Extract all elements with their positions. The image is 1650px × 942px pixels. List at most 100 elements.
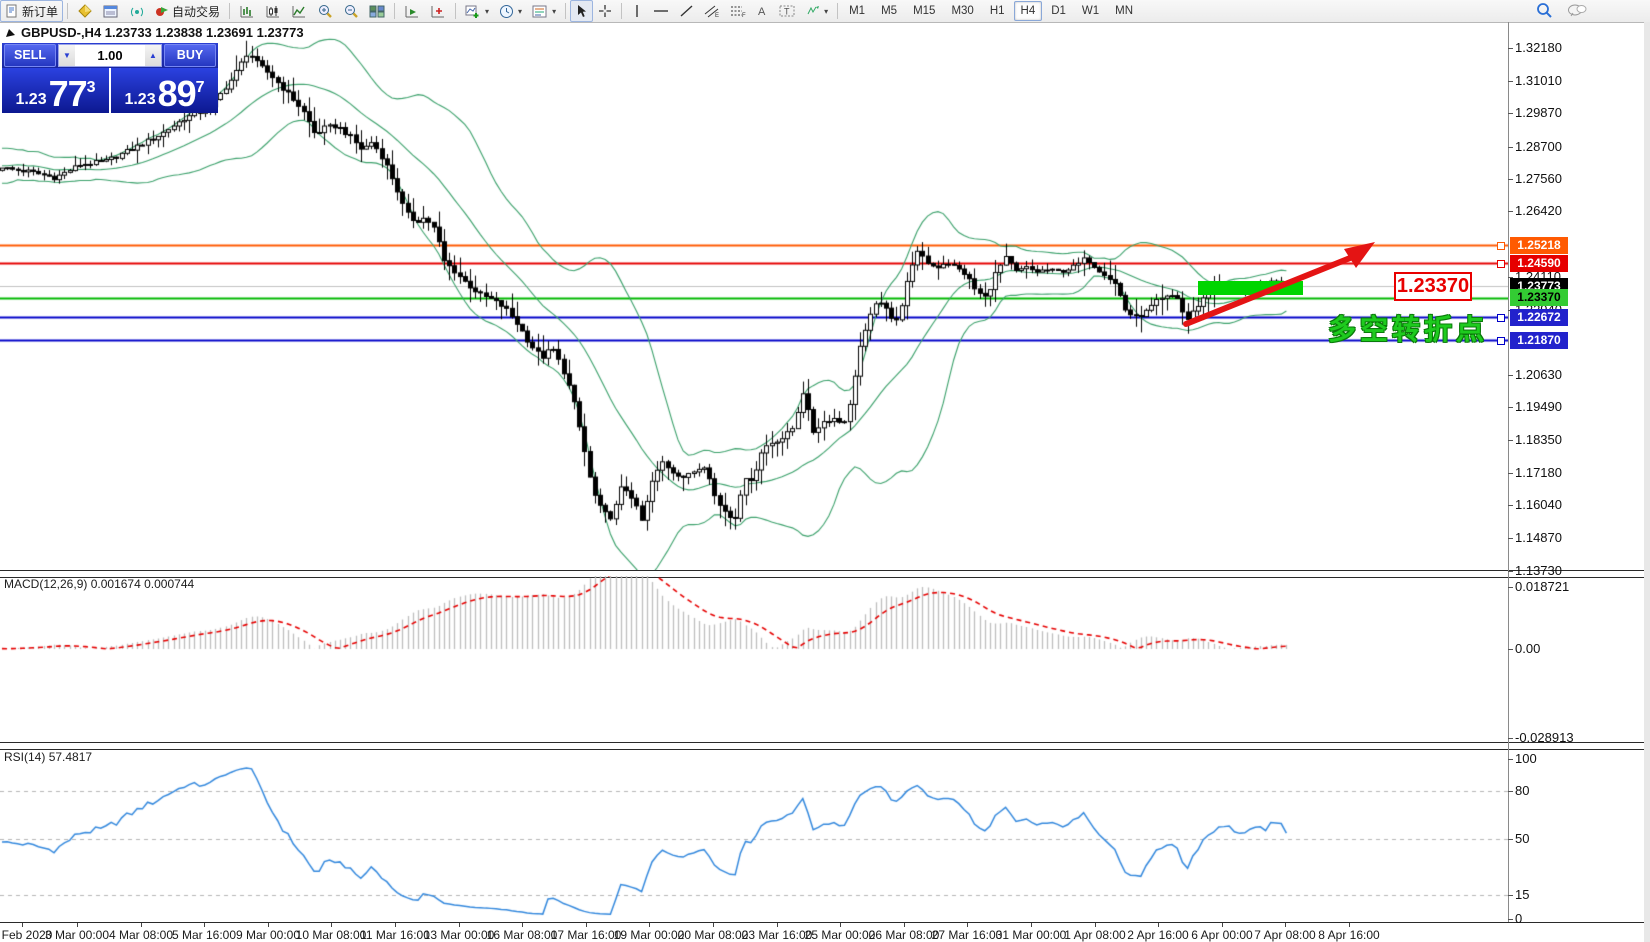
indicators-button[interactable]: ▾ — [460, 0, 494, 22]
time-axis-label: 19 Mar 00:00 — [613, 928, 685, 942]
toolbar-separator — [621, 3, 623, 19]
fibonacci-tool[interactable]: F — [725, 0, 751, 22]
line-handle[interactable] — [1497, 260, 1505, 268]
timeframe-button-M30[interactable]: M30 — [944, 1, 980, 21]
timeframe-button-D1[interactable]: D1 — [1044, 1, 1073, 21]
chart-shift-button[interactable] — [425, 0, 451, 22]
rsi-axis-label: 15 — [1515, 887, 1530, 902]
time-axis-tick — [904, 923, 905, 927]
zoom-out-button[interactable] — [338, 0, 364, 22]
time-axis-label: 17 Mar 16:00 — [550, 928, 622, 942]
templates-button[interactable]: ▾ — [527, 0, 561, 22]
sell-price-small: 1.23 — [15, 91, 47, 108]
buy-price-small: 1.23 — [124, 91, 156, 108]
time-axis-tick — [331, 923, 332, 927]
data-window-button[interactable] — [98, 0, 124, 22]
time-axis-label: 27 Mar 16:00 — [931, 928, 1003, 942]
zoom-in-button[interactable] — [312, 0, 338, 22]
time-axis-label: 16 Mar 08:00 — [486, 928, 558, 942]
svg-text:E: E — [715, 13, 719, 18]
symbol-readout: GBPUSD-,H4 1.23733 1.23838 1.23691 1.237… — [6, 25, 304, 40]
main-toolbar: 新订单 自动交易 ▾ ▾ ▾ E F A T ▾ M1 M5 M15 M30 H… — [0, 0, 1650, 23]
indicators-dropdown-caret[interactable]: ▾ — [485, 7, 489, 16]
macd-readout: MACD(12,26,9) 0.001674 0.000744 — [4, 577, 194, 591]
timeframe-button-M1[interactable]: M1 — [842, 1, 872, 21]
price-level-badge: 1.23370 — [1510, 289, 1568, 307]
rsi-canvas[interactable] — [0, 748, 1508, 922]
channel-icon: E — [704, 5, 719, 18]
time-axis-label: 11 Mar 16:00 — [360, 928, 430, 942]
search-icon[interactable] — [1536, 2, 1553, 19]
chat-icon[interactable] — [1567, 3, 1587, 19]
time-axis-tick — [1222, 923, 1223, 927]
time-axis-tick — [713, 923, 714, 927]
rsi-value: 57.4817 — [48, 750, 93, 764]
time-axis-label: 25 Mar 00:00 — [804, 928, 876, 942]
line-handle[interactable] — [1497, 314, 1505, 323]
time-axis-label: 20 Mar 08:00 — [677, 928, 749, 942]
price-axis-tick — [1508, 48, 1513, 49]
toolbar-separator — [837, 3, 839, 19]
volume-increase-button[interactable]: ▲ — [145, 45, 161, 66]
buy-price-big: 89 — [157, 73, 197, 114]
tile-windows-button[interactable] — [364, 0, 390, 22]
market-watch-button[interactable] — [72, 0, 98, 22]
templates-dropdown-caret[interactable]: ▾ — [552, 7, 556, 16]
buy-price-box[interactable]: 1.23 89 7 — [111, 68, 218, 113]
arrows-tool[interactable]: ▾ — [800, 0, 833, 22]
price-axis-tick — [1508, 473, 1513, 474]
sell-button[interactable]: SELL — [4, 44, 56, 67]
price-axis-tick — [1508, 571, 1513, 572]
time-axis-label: 4 Mar 08:00 — [108, 928, 174, 942]
volume-decrease-button[interactable]: ▼ — [59, 45, 75, 66]
time-axis-label: 9 Mar 00:00 — [235, 928, 301, 942]
trendline-tool[interactable] — [674, 0, 699, 22]
text-tool[interactable]: A — [751, 0, 774, 22]
price-callout-box[interactable]: 1.23370 — [1394, 272, 1472, 301]
auto-scroll-button[interactable] — [399, 0, 425, 22]
buy-button[interactable]: BUY — [164, 44, 216, 67]
autotrading-label: 自动交易 — [172, 4, 221, 19]
price-axis-label: 1.20630 — [1515, 367, 1562, 383]
timeframe-button-W1[interactable]: W1 — [1075, 1, 1106, 21]
price-axis-label: 1.26420 — [1515, 203, 1562, 219]
bar-chart-mode-button[interactable] — [234, 0, 260, 22]
timeframe-button-M15[interactable]: M15 — [906, 1, 942, 21]
cursor-tool-button[interactable] — [570, 0, 594, 22]
line-chart-mode-button[interactable] — [286, 0, 312, 22]
chinese-annotation-text[interactable]: 多空转折点 — [1328, 308, 1488, 348]
vertical-line-tool[interactable] — [626, 0, 648, 22]
volume-input[interactable] — [75, 45, 145, 66]
timeframe-button-MN[interactable]: MN — [1108, 1, 1140, 21]
time-axis-tick — [1031, 923, 1032, 927]
periods-button[interactable]: ▾ — [494, 0, 527, 22]
rsi-axis-tick — [1508, 919, 1513, 920]
horizontal-line-tool[interactable] — [648, 0, 674, 22]
autotrading-button[interactable]: 自动交易 — [150, 0, 225, 22]
macd-canvas[interactable] — [0, 576, 1508, 742]
crosshair-tool-button[interactable] — [593, 0, 617, 22]
timeframe-bar: M1 M5 M15 M30 H1 H4 D1 W1 MN — [842, 1, 1140, 21]
signals-button[interactable] — [124, 0, 150, 22]
candlestick-mode-button[interactable] — [260, 0, 286, 22]
line-handle[interactable] — [1497, 337, 1505, 346]
macd-axis-tick — [1508, 738, 1513, 739]
timeframe-button-H4[interactable]: H4 — [1013, 1, 1043, 21]
equidistant-channel-tool[interactable]: E — [699, 0, 725, 22]
timeframe-button-M5[interactable]: M5 — [874, 1, 904, 21]
arrows-dropdown-caret[interactable]: ▾ — [824, 7, 828, 16]
text-label-tool[interactable]: T — [774, 0, 800, 22]
one-click-trading-panel: SELL ▼ ▲ BUY 1.23 77 3 1.23 89 7 — [2, 43, 218, 113]
rsi-axis-tick — [1508, 895, 1513, 896]
sell-price-box[interactable]: 1.23 77 3 — [2, 68, 109, 113]
one-click-price-row: 1.23 77 3 1.23 89 7 — [2, 68, 218, 113]
svg-text:T: T — [784, 7, 790, 17]
mt4-window: 新订单 自动交易 ▾ ▾ ▾ E F A T ▾ M1 M5 M15 M30 H… — [0, 0, 1650, 942]
new-order-button[interactable]: 新订单 — [0, 0, 64, 22]
periods-dropdown-caret[interactable]: ▾ — [518, 7, 522, 16]
horizontal-line-1.21870[interactable] — [0, 337, 1508, 343]
line-handle[interactable] — [1497, 242, 1505, 251]
rsi-axis-label: 50 — [1515, 831, 1530, 846]
symbol-readout-text: GBPUSD-,H4 1.23733 1.23838 1.23691 1.237… — [21, 25, 304, 40]
timeframe-button-H1[interactable]: H1 — [983, 1, 1012, 21]
